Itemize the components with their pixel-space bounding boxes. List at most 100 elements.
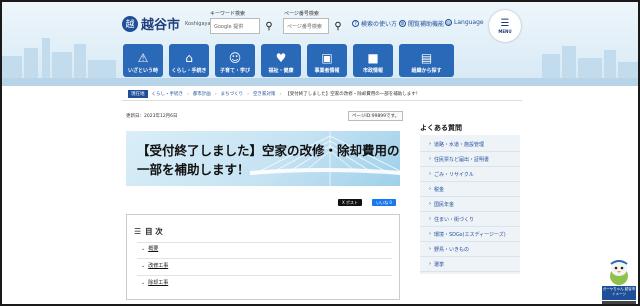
chevron-down-icon: ⌄: [141, 245, 146, 252]
faq-link-label: ごみ・リサイクル: [434, 171, 474, 178]
faq-link[interactable]: › 税金: [420, 182, 520, 197]
nav-label: くらし・手続き: [171, 68, 207, 74]
chevron-right-icon: ›: [429, 186, 431, 192]
mascot-character-icon: [610, 260, 628, 285]
health-icon: ♥: [275, 51, 287, 65]
accessibility-label: 閲覧補助機能: [408, 21, 445, 28]
faq-link[interactable]: › 選挙: [420, 257, 520, 272]
search-icon: ⚲: [334, 20, 342, 32]
divider: [137, 258, 392, 259]
language-label: Language: [454, 19, 484, 26]
faq-link[interactable]: › 住まい・街づくり: [420, 212, 520, 227]
nav-living[interactable]: ⌂ くらし・手続き: [169, 44, 209, 77]
chevron-right-icon: ›: [429, 141, 431, 147]
faq-link[interactable]: › 環境・SDGs(エスディージーズ): [420, 227, 520, 242]
faq-heading: よくある質問: [420, 124, 462, 132]
menu-button[interactable]: ☰ MENU: [489, 10, 521, 42]
breadcrumb-current: 【受付終了しました】空家の改修・除却費用の一部を補助します！: [285, 92, 421, 97]
page-title: 【受付終了しました】空家の改修・除却費用の一部を補助します！: [137, 143, 400, 177]
nav-business[interactable]: ▣ 事業者情報: [307, 44, 347, 77]
divider: [137, 242, 392, 243]
gear-icon: ⚙: [399, 20, 406, 27]
site-header: 越 越谷市 Koshigaya City キーワード検索 Google 提供 ⚲…: [2, 2, 638, 86]
share-x-button[interactable]: X ポスト: [338, 199, 362, 206]
chevron-right-icon: ›: [429, 261, 431, 267]
breadcrumb-home: 現在地: [128, 90, 148, 98]
globe-icon: ◎: [445, 19, 452, 26]
page-title-banner: 【受付終了しました】空家の改修・除却費用の一部を補助します！: [126, 131, 400, 186]
faq-link-label: 野鳥・いきもの: [434, 246, 470, 253]
updated-date: 更新日：2023年12月6日: [126, 114, 178, 119]
faq-link-label: 環境・SDGs(エスディージーズ): [434, 231, 506, 238]
toc-link-label: 概要: [148, 246, 159, 252]
breadcrumb-link[interactable]: くらし・手続き: [152, 91, 184, 97]
divider: [122, 100, 522, 101]
nav-label: 市政情報: [362, 68, 383, 74]
faq-link[interactable]: › ごみ・リサイクル: [420, 167, 520, 182]
nav-city-admin[interactable]: ■ 市政情報: [353, 44, 393, 77]
mascot-widget[interactable]: ガーヤちゃん 越谷市イメージ: [602, 260, 636, 304]
child-icon: ☺: [228, 51, 242, 65]
keyword-search-label: キーワード検索: [210, 11, 246, 17]
menu-label: MENU: [498, 28, 512, 34]
chevron-right-icon: ›: [429, 201, 431, 207]
chevron-right-icon: ›: [429, 231, 431, 237]
toc-link[interactable]: ⌄ 除却工事: [141, 279, 168, 287]
organization-icon: ▤: [420, 51, 433, 65]
toc-link-label: 改修工事: [148, 263, 169, 269]
keyword-search-input[interactable]: Google 提供: [210, 18, 260, 34]
breadcrumb: 現在地 くらし・手続き › 都市計画 › まちづくり › 空き家対策 › 【受付…: [128, 90, 420, 98]
page-number-search-input[interactable]: ページ番号検索: [283, 18, 329, 34]
browser-frame: 越 越谷市 Koshigaya City キーワード検索 Google 提供 ⚲…: [0, 0, 640, 306]
breadcrumb-link[interactable]: 空き家対策: [253, 91, 276, 97]
site-name: 越谷市: [141, 18, 181, 33]
facebook-like-button[interactable]: いいね 0: [372, 199, 396, 206]
nav-label: 事業者情報: [314, 68, 340, 74]
search-icon: ⚲: [265, 20, 273, 32]
faq-link-label: 道路・水道・施設管理: [434, 141, 485, 148]
global-nav: ⚠ いざという時 ⌂ くらし・手続き ☺ 子育て・学び ♥ 福祉・健康 ▣ 事業者情報 ■…: [123, 44, 454, 77]
keyword-search-button[interactable]: ⚲: [261, 18, 277, 34]
page-number-search-button[interactable]: ⚲: [330, 18, 346, 34]
faq-link-label: 国民年金: [434, 201, 455, 208]
breadcrumb-link[interactable]: 都市計画: [193, 91, 211, 97]
city-emblem-icon: 越: [122, 15, 138, 32]
faq-link[interactable]: › 野鳥・いきもの: [420, 242, 520, 257]
faq-link[interactable]: › 住民票など届出・証明書: [420, 152, 520, 167]
breadcrumb-separator: ›: [279, 91, 282, 97]
page-number-search-placeholder: ページ番号検索: [287, 23, 322, 30]
search-help-label: 検索の使い方: [361, 21, 398, 28]
page-top-bar: [602, 301, 636, 304]
faq-link-label: 住まい・街づくり: [434, 216, 475, 223]
chevron-right-icon: ›: [429, 156, 431, 162]
faq-link[interactable]: › 国民年金: [420, 197, 520, 212]
site-logo[interactable]: 越 越谷市 Koshigaya City: [122, 14, 222, 33]
breadcrumb-link[interactable]: まちづくり: [221, 91, 244, 97]
hamburger-icon: ☰: [500, 17, 510, 29]
breadcrumb-separator: ›: [187, 91, 189, 97]
house-icon: ⌂: [185, 51, 193, 65]
chevron-right-icon: ›: [429, 246, 431, 252]
chevron-down-icon: ⌄: [141, 279, 146, 286]
language-link[interactable]: ◎ Language: [445, 19, 484, 26]
faq-link[interactable]: › 道路・水道・施設管理: [420, 137, 520, 152]
toc-link[interactable]: ⌄ 改修工事: [141, 262, 169, 270]
table-of-contents: ☰ 目 次 ⌄ 概要 ⌄ 改修工事 ⌄ 除却工事: [126, 214, 400, 300]
nav-childcare[interactable]: ☺ 子育て・学び: [215, 44, 255, 77]
toc-link[interactable]: ⌄ 概要: [141, 245, 159, 253]
faq-link-label: 税金: [434, 186, 445, 193]
faq-link-label: 住民票など届出・証明書: [434, 156, 490, 163]
nav-organization[interactable]: ▤ 組織から探す: [399, 44, 454, 77]
nav-label: 福祉・健康: [268, 68, 294, 74]
breadcrumb-separator: ›: [214, 91, 217, 97]
page-id-badge: ページID:99899です。: [348, 111, 404, 121]
cityhall-icon: ■: [367, 51, 379, 65]
nav-label: いざという時: [127, 68, 158, 74]
search-help-link[interactable]: ? 検索の使い方: [352, 19, 397, 28]
toc-title: ☰ 目 次: [134, 226, 163, 237]
nav-emergency[interactable]: ⚠ いざという時: [123, 44, 163, 77]
nav-welfare[interactable]: ♥ 福祉・健康: [261, 44, 301, 77]
accessibility-link[interactable]: ⚙ 閲覧補助機能: [399, 19, 444, 28]
nav-label: 子育て・学び: [219, 68, 250, 74]
alert-icon: ⚠: [137, 51, 149, 65]
